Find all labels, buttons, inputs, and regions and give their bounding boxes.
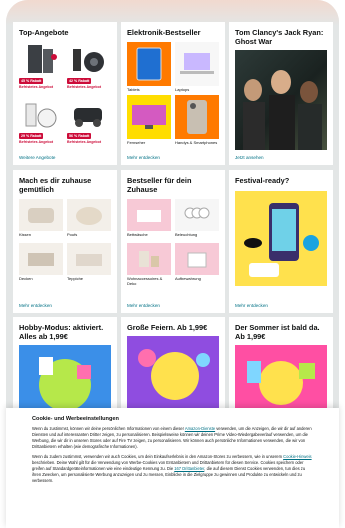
tablet-image xyxy=(127,42,171,86)
robot-mop-image xyxy=(19,97,63,132)
more-electronics-link[interactable]: Mehr entdecken xyxy=(127,155,160,160)
tv-image xyxy=(127,95,171,139)
cookie-text: Wenn du zudem zustimmst, verwenden wir a… xyxy=(32,454,284,459)
category-label: Teppiche xyxy=(67,276,84,281)
lawn-robot-image xyxy=(67,97,111,132)
category-bedding[interactable]: Bettwäsche xyxy=(127,199,171,240)
discount-badge: 56 % Rabatt xyxy=(67,133,92,139)
card-row-1: Top-Angebote 45 % Rabatt Befristetes Ang… xyxy=(13,22,333,165)
deal-item[interactable]: 45 % Rabatt Befristetes Angebot xyxy=(19,42,63,95)
card-row-2: Mach es dir zuhause gemütlich Kissen Pou… xyxy=(13,170,333,313)
third-parties-link[interactable]: 167 Drittanbieter xyxy=(174,466,204,471)
card-home[interactable]: Mach es dir zuhause gemütlich Kissen Pou… xyxy=(13,170,117,313)
category-label: Handys & Smartphones xyxy=(175,140,218,145)
card-title: Hobby-Modus: aktiviert. Alles ab 1,99€ xyxy=(19,323,104,341)
category-blankets[interactable]: Decken xyxy=(19,243,63,284)
more-bestseller-link[interactable]: Mehr entdecken xyxy=(127,303,160,308)
cookie-notice-link[interactable]: Cookie-Hinweis xyxy=(283,454,311,459)
category-label: Decken xyxy=(19,276,33,281)
category-label: Wohnaccessoires & Deko xyxy=(127,276,163,286)
discount-badge: 29 % Rabatt xyxy=(19,133,44,139)
category-lighting[interactable]: Beleuchtung xyxy=(175,199,219,240)
deal-tag: Befristetes Angebot xyxy=(67,140,102,144)
cookie-banner: Cookie- und Werbeeinstellungen Wenn du z… xyxy=(6,408,339,528)
category-label: Kissen xyxy=(19,232,32,237)
decor-image xyxy=(127,243,171,275)
category-label: Fernseher xyxy=(127,140,146,145)
category-label: Bettwäsche xyxy=(127,232,148,237)
card-festival[interactable]: Festival-ready? Mehr entdecken xyxy=(229,170,333,313)
amazon-services-link[interactable]: Amazon-Dienste xyxy=(185,426,215,431)
category-label: Aufbewahrung xyxy=(175,276,201,281)
lightbulb-image xyxy=(175,199,219,231)
more-deals-link[interactable]: Weitere Angebote xyxy=(19,155,55,160)
card-top-deals[interactable]: Top-Angebote 45 % Rabatt Befristetes Ang… xyxy=(13,22,117,165)
card-title: Tom Clancy's Jack Ryan: Ghost War xyxy=(235,28,324,46)
category-storage[interactable]: Aufbewahrung xyxy=(175,243,219,284)
deal-item[interactable]: 56 % Rabatt Befristetes Angebot xyxy=(67,97,111,150)
bedding-image xyxy=(127,199,171,231)
discount-badge: 42 % Rabatt xyxy=(67,78,92,84)
smartphone-image xyxy=(175,95,219,139)
card-title: Top-Angebote xyxy=(19,28,69,37)
card-title: Mach es dir zuhause gemütlich xyxy=(19,176,92,194)
vacuum-station-image xyxy=(19,42,63,77)
deal-tag: Befristetes Angebot xyxy=(19,85,54,89)
card-title: Große Feiern. Ab 1,99€ xyxy=(127,323,208,332)
category-phones[interactable]: Handys & Smartphones xyxy=(175,95,219,145)
deal-item[interactable]: 29 % Rabatt Befristetes Angebot xyxy=(19,97,63,150)
deal-tag: Befristetes Angebot xyxy=(19,140,54,144)
card-electronics[interactable]: Elektronik-Bestseller Tablets Laptops Fe… xyxy=(121,22,225,165)
card-jack-ryan[interactable]: Tom Clancy's Jack Ryan: Ghost War Jetzt … xyxy=(229,22,333,165)
movie-poster-image xyxy=(235,50,327,150)
category-label: Tablets xyxy=(127,87,140,92)
more-home-link[interactable]: Mehr entdecken xyxy=(19,303,52,308)
deal-tag: Befristetes Angebot xyxy=(67,85,102,89)
laptop-image xyxy=(175,42,219,86)
category-tvs[interactable]: Fernseher xyxy=(127,95,171,145)
category-tablets[interactable]: Tablets xyxy=(127,42,171,92)
card-home-bestseller[interactable]: Bestseller für dein Zuhause Bettwäsche B… xyxy=(121,170,225,313)
cookie-title: Cookie- und Werbeeinstellungen xyxy=(32,416,119,422)
card-title: Elektronik-Bestseller xyxy=(127,28,201,37)
rug-image xyxy=(67,243,111,275)
category-label: Poufs xyxy=(67,232,78,237)
more-festival-link[interactable]: Mehr entdecken xyxy=(235,303,268,308)
robot-vacuum-image xyxy=(67,42,111,77)
cookie-text: Wenn du zustimmst, können wir deine pers… xyxy=(32,426,185,431)
category-laptops[interactable]: Laptops xyxy=(175,42,219,92)
card-title: Der Sommer ist bald da. Ab 1,99€ xyxy=(235,323,320,341)
category-label: Laptops xyxy=(175,87,190,92)
category-rugs[interactable]: Teppiche xyxy=(67,243,111,284)
blanket-image xyxy=(19,243,63,275)
category-poufs[interactable]: Poufs xyxy=(67,199,111,240)
cookie-paragraph-1: Wenn du zustimmst, können wir deine pers… xyxy=(32,426,313,450)
card-title: Bestseller für dein Zuhause xyxy=(127,176,192,194)
watch-now-link[interactable]: Jetzt ansehen xyxy=(235,155,264,160)
discount-badge: 45 % Rabatt xyxy=(19,78,44,84)
card-title: Festival-ready? xyxy=(235,176,290,185)
category-label: Beleuchtung xyxy=(175,232,198,237)
festival-image xyxy=(235,191,327,286)
deal-item[interactable]: 42 % Rabatt Befristetes Angebot xyxy=(67,42,111,95)
cushion-image xyxy=(19,199,63,231)
category-cushions[interactable]: Kissen xyxy=(19,199,63,240)
storage-image xyxy=(175,243,219,275)
category-decor[interactable]: Wohnaccessoires & Deko xyxy=(127,243,171,286)
cookie-paragraph-2: Wenn du zudem zustimmst, verwenden wir a… xyxy=(32,454,313,484)
pouf-image xyxy=(67,199,111,231)
